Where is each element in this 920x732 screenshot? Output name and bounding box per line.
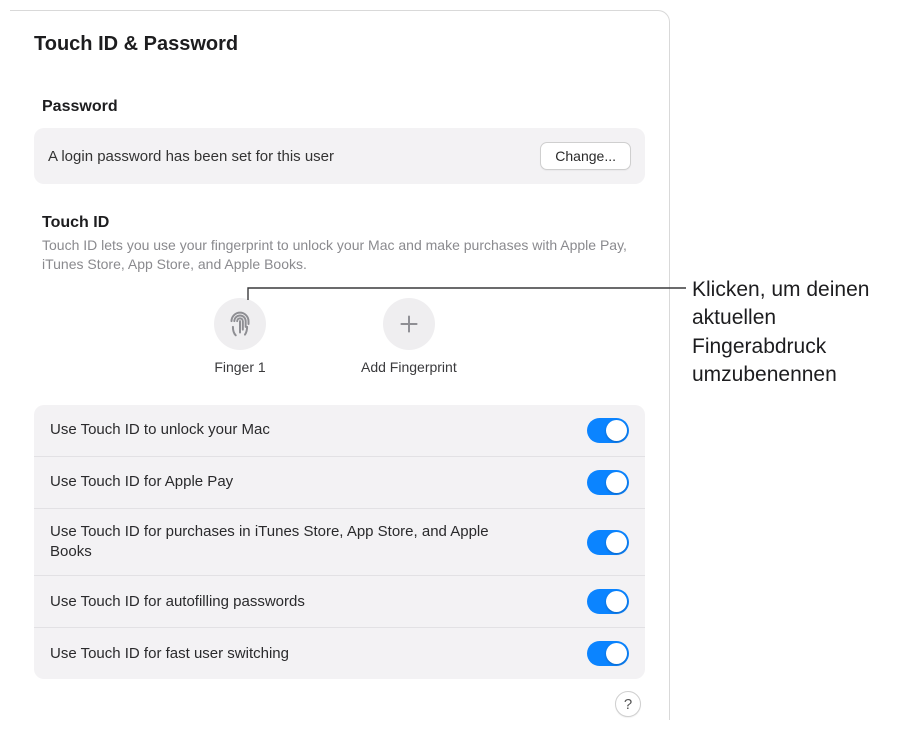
option-label: Use Touch ID for Apple Pay — [50, 472, 233, 492]
page-title: Touch ID & Password — [34, 33, 645, 56]
fingerprint-label: Finger 1 — [214, 359, 265, 375]
change-password-button[interactable]: Change... — [540, 142, 631, 170]
help-row: ? — [34, 691, 645, 717]
option-row-purchases: Use Touch ID for purchases in iTunes Sto… — [34, 509, 645, 577]
password-card: A login password has been set for this u… — [34, 128, 645, 184]
fingerprint-icon — [214, 298, 266, 350]
help-button[interactable]: ? — [615, 691, 641, 717]
option-label: Use Touch ID for fast user switching — [50, 644, 289, 664]
add-fingerprint-button[interactable]: Add Fingerprint — [361, 298, 457, 375]
toggle-unlock-mac[interactable] — [587, 418, 629, 443]
option-label: Use Touch ID to unlock your Mac — [50, 420, 270, 440]
toggle-autofill[interactable] — [587, 589, 629, 614]
touchid-description: Touch ID lets you use your fingerprint t… — [34, 232, 644, 274]
option-label: Use Touch ID for purchases in iTunes Sto… — [50, 522, 530, 563]
fingerprint-item-1[interactable]: Finger 1 — [214, 298, 266, 375]
toggle-fast-user-switching[interactable] — [587, 641, 629, 666]
section-title-password: Password — [34, 98, 645, 116]
callout-text: Klicken, um deinen aktuellen Fingerabdru… — [692, 276, 912, 389]
touchid-options: Use Touch ID to unlock your Mac Use Touc… — [34, 405, 645, 680]
option-label: Use Touch ID for autofilling passwords — [50, 592, 305, 612]
toggle-purchases[interactable] — [587, 530, 629, 555]
toggle-apple-pay[interactable] — [587, 470, 629, 495]
option-row-apple-pay: Use Touch ID for Apple Pay — [34, 457, 645, 509]
password-status: A login password has been set for this u… — [48, 148, 334, 165]
fingerprint-list: Finger 1 Add Fingerprint — [34, 274, 645, 387]
touchid-section: Touch ID Touch ID lets you use your fing… — [34, 214, 645, 717]
settings-panel: Touch ID & Password Password A login pas… — [10, 10, 670, 720]
add-fingerprint-label: Add Fingerprint — [361, 359, 457, 375]
option-row-unlock-mac: Use Touch ID to unlock your Mac — [34, 405, 645, 457]
option-row-autofill: Use Touch ID for autofilling passwords — [34, 576, 645, 628]
plus-icon — [383, 298, 435, 350]
option-row-fast-user-switching: Use Touch ID for fast user switching — [34, 628, 645, 679]
section-title-touchid: Touch ID — [34, 214, 645, 232]
